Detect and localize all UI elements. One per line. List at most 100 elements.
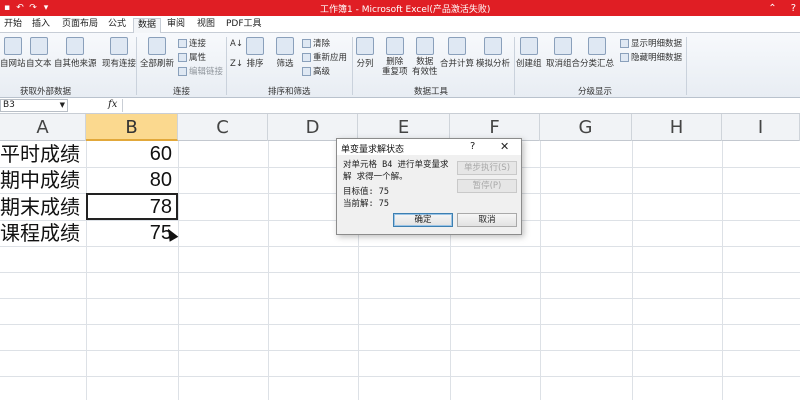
sort-za-button[interactable]: Z↓ [230, 59, 243, 69]
help-icon[interactable]: ? [470, 141, 475, 152]
redo-icon[interactable]: ↷ [28, 3, 38, 13]
tab-formulas[interactable]: 公式 [104, 18, 130, 33]
dialog-title-bar[interactable]: 单变量求解状态 ? ✕ [337, 139, 521, 155]
from-other-sources-button[interactable]: 自其他来源 [54, 37, 97, 69]
group-icon [519, 37, 538, 55]
sort-button[interactable]: 排序 [246, 37, 264, 69]
group-label-sort-filter: 排序和筛选 [268, 87, 311, 97]
cell-a1[interactable]: 平时成绩 [0, 141, 86, 167]
consolidate-icon [448, 37, 466, 55]
column-header-g[interactable]: G [540, 114, 632, 141]
group-button[interactable]: 创建组 [516, 37, 542, 69]
group-separator [226, 37, 227, 95]
help-icon[interactable]: ? [791, 3, 796, 14]
what-if-analysis-button[interactable]: 模拟分析 [476, 37, 510, 69]
ungroup-icon [554, 37, 572, 55]
tab-view[interactable]: 视图 [193, 18, 219, 33]
data-validation-button[interactable]: 数据 有效性 [412, 37, 438, 77]
active-cell-border [86, 193, 178, 220]
column-header-b[interactable]: B [86, 114, 178, 141]
show-detail-icon [620, 38, 629, 48]
close-icon[interactable]: ✕ [500, 140, 509, 153]
cell-a3[interactable]: 期末成绩 [0, 194, 86, 220]
refresh-all-button[interactable]: 全部刷新 [140, 37, 174, 69]
show-detail-button[interactable]: 显示明细数据 [620, 37, 682, 49]
tab-home[interactable]: 开始 [0, 18, 26, 33]
edit-link-icon [178, 66, 187, 76]
columns-icon [356, 37, 374, 55]
hide-detail-icon [620, 52, 629, 62]
what-if-icon [484, 37, 502, 55]
consolidate-button[interactable]: 合并计算 [440, 37, 474, 69]
save-icon[interactable]: ▪ [2, 3, 12, 13]
clear-filter-button[interactable]: 清除 [302, 37, 330, 49]
formula-input[interactable] [122, 99, 800, 112]
tab-page-layout[interactable]: 页面布局 [58, 18, 102, 33]
tab-insert[interactable]: 插入 [28, 18, 54, 33]
remove-duplicates-icon [385, 37, 404, 55]
from-text-button[interactable]: 自文本 [26, 37, 52, 69]
reapply-icon [302, 52, 311, 62]
existing-connections-button[interactable]: 现有连接 [102, 37, 136, 69]
properties-icon [178, 52, 187, 62]
column-header-h[interactable]: H [632, 114, 722, 141]
column-header-i[interactable]: I [722, 114, 800, 141]
text-to-columns-button[interactable]: 分列 [356, 37, 374, 69]
cell-b1[interactable]: 60 [86, 141, 178, 167]
from-web-button[interactable]: 自网站 [0, 37, 26, 69]
column-header-f[interactable]: F [450, 114, 540, 141]
formula-bar: B3 ▼ fx [0, 98, 800, 114]
step-button[interactable]: 单步执行(S) [457, 161, 517, 175]
group-separator [136, 37, 137, 95]
group-separator [686, 37, 687, 95]
clear-icon [302, 38, 311, 48]
group-label-outline: 分级显示 [578, 87, 613, 97]
insert-function-icon[interactable]: fx [108, 99, 117, 110]
advanced-filter-button[interactable]: 高级 [302, 65, 330, 77]
sort-icon [246, 37, 264, 55]
remove-duplicates-button[interactable]: 删除 重复项 [382, 37, 408, 77]
tab-review[interactable]: 审阅 [163, 18, 189, 33]
column-header-a[interactable]: A [0, 114, 86, 141]
filter-funnel-icon [276, 37, 294, 55]
subtotal-icon [588, 37, 606, 55]
minimize-icon[interactable]: ⌃ [768, 3, 776, 14]
column-header-e[interactable]: E [358, 114, 450, 141]
edit-links-button[interactable]: 编辑链接 [178, 65, 223, 77]
column-header-c[interactable]: C [178, 114, 268, 141]
tab-pdf-tools[interactable]: PDF工具 [222, 18, 266, 33]
chevron-down-icon[interactable]: ▼ [60, 100, 65, 111]
cell-a4[interactable]: 课程成绩 [0, 220, 86, 246]
group-label-connections: 连接 [173, 87, 191, 97]
link-icon [178, 38, 187, 48]
undo-icon[interactable]: ↶ [15, 3, 25, 13]
tab-data[interactable]: 数据 [133, 18, 162, 33]
goal-seek-status-dialog: 单变量求解状态 ? ✕ 对单元格 B4 进行单变量求解 求得一个解。 目标值: … [336, 138, 522, 235]
sort-descending-icon: Z↓ [230, 59, 243, 69]
customize-icon[interactable]: ▾ [41, 3, 51, 13]
quick-access-toolbar: ▪ ↶ ↷ ▾ [2, 1, 51, 15]
cancel-button[interactable]: 取消 [457, 213, 517, 227]
cell-a2[interactable]: 期中成绩 [0, 167, 86, 193]
title-bar: ▪ ↶ ↷ ▾ 工作簿1 - Microsoft Excel(产品激活失败) ⌃… [0, 0, 800, 16]
connections-button[interactable]: 连接 [178, 37, 206, 49]
web-icon [3, 37, 22, 55]
column-headers: A B C D E F G H I [0, 114, 800, 141]
database-icon [66, 37, 85, 55]
properties-button[interactable]: 属性 [178, 51, 206, 63]
pause-button[interactable]: 暂停(P) [457, 179, 517, 193]
advanced-icon [302, 66, 311, 76]
validation-icon [415, 37, 434, 55]
hide-detail-button[interactable]: 隐藏明细数据 [620, 51, 682, 63]
target-value-row: 目标值: 75 [343, 187, 389, 197]
reapply-button[interactable]: 重新应用 [302, 51, 347, 63]
cell-b2[interactable]: 80 [86, 167, 178, 193]
ok-button[interactable]: 确定 [393, 213, 453, 227]
name-box[interactable]: B3 ▼ [0, 99, 68, 112]
column-header-d[interactable]: D [268, 114, 358, 141]
ungroup-button[interactable]: 取消组合 [546, 37, 580, 69]
filter-button[interactable]: 筛选 [276, 37, 294, 69]
sort-az-button[interactable]: A↓ [230, 39, 243, 49]
subtotal-button[interactable]: 分类汇总 [580, 37, 614, 69]
group-label-data-tools: 数据工具 [414, 87, 449, 97]
